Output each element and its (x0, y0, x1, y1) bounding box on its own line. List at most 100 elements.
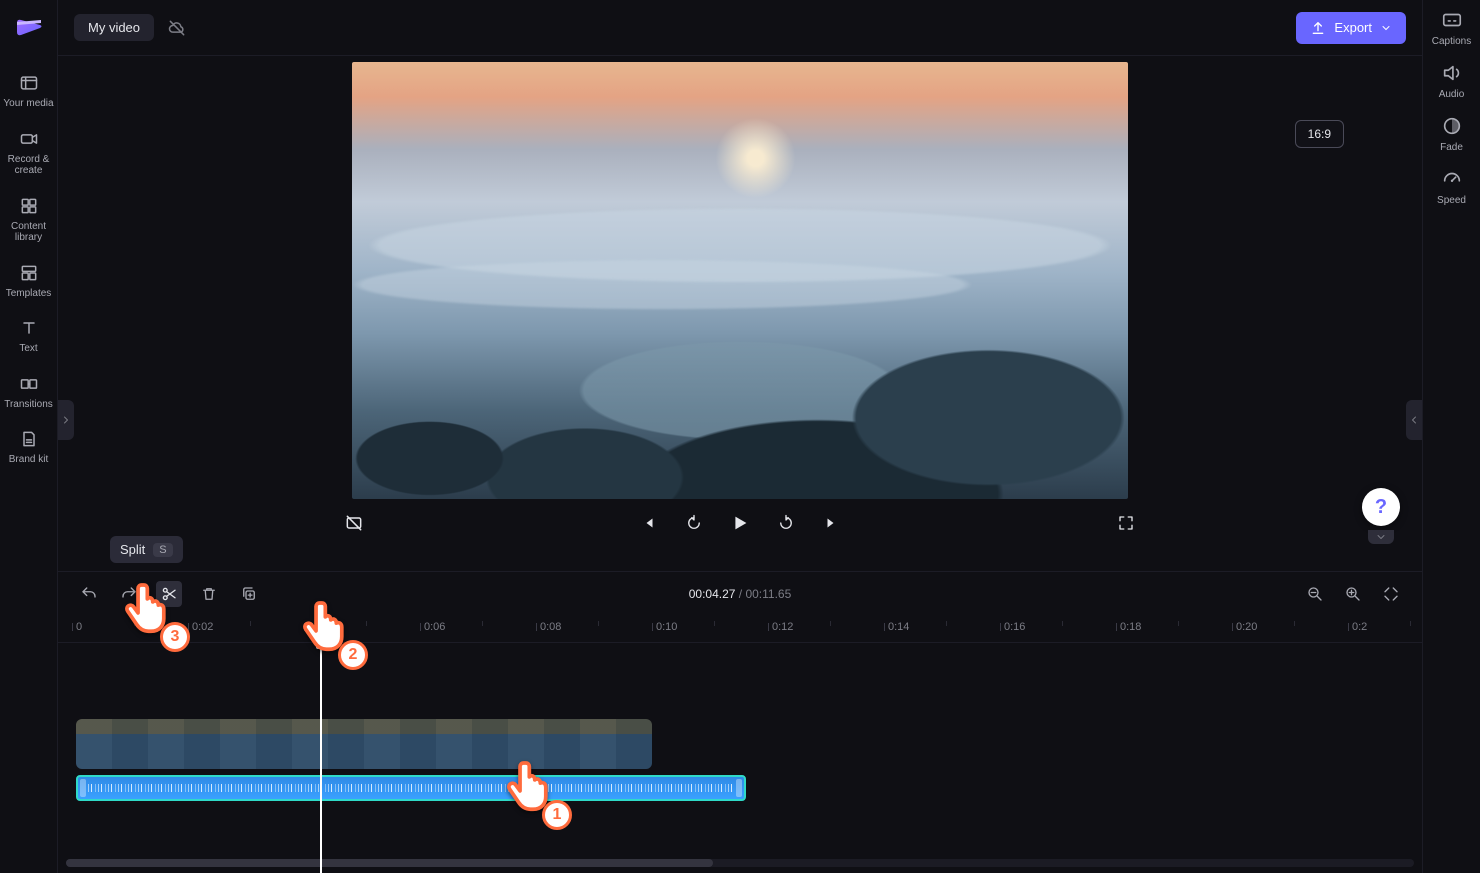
sidebar-item-content-library[interactable]: Content library (2, 193, 56, 246)
undo-button[interactable] (76, 581, 102, 607)
help-icon: ? (1375, 496, 1387, 519)
clipchamp-logo-icon (13, 13, 45, 45)
sidebar-right-expand[interactable] (1406, 400, 1422, 440)
sidebar-item-audio[interactable]: Audio (1425, 61, 1479, 100)
duplicate-icon (240, 585, 258, 603)
ruler-tick: 0:18 (1120, 621, 1141, 633)
help-button[interactable]: ? (1362, 488, 1400, 526)
seek-back-button[interactable] (680, 509, 708, 537)
safe-zone-toggle[interactable] (340, 509, 368, 537)
stage: 16:9 (58, 56, 1422, 873)
cloud-sync-off-icon[interactable] (166, 17, 188, 39)
your-media-icon (18, 72, 40, 94)
sidebar-right: Captions Audio Fade Speed (1422, 0, 1480, 873)
sidebar-label: Speed (1437, 195, 1466, 206)
ruler-tick: 0:06 (424, 621, 445, 633)
sidebar-item-captions[interactable]: Captions (1425, 8, 1479, 47)
sidebar-item-brand-kit[interactable]: Brand kit (2, 426, 56, 468)
help-collapse[interactable] (1368, 530, 1394, 544)
ruler-tick: 0 (76, 621, 82, 633)
zoom-in-icon (1344, 585, 1362, 603)
preview-zone: 16:9 (58, 56, 1422, 571)
sidebar-item-your-media[interactable]: Your media (2, 70, 56, 112)
sidebar-label: Transitions (4, 399, 53, 411)
sidebar-label: Content library (2, 221, 56, 244)
sidebar-item-fade[interactable]: Fade (1425, 114, 1479, 153)
preview-canvas[interactable] (352, 62, 1128, 499)
timeline-ruler[interactable]: 00:020:040:060:080:100:120:140:160:180:2… (58, 615, 1422, 643)
audio-clip[interactable] (76, 775, 746, 801)
sidebar-label: Fade (1440, 142, 1463, 153)
text-icon (18, 317, 40, 339)
brand-kit-icon (18, 428, 40, 450)
ruler-tick: 0:04 (308, 621, 329, 633)
redo-icon (120, 585, 138, 603)
record-create-icon (18, 128, 40, 150)
seek-back-icon (685, 514, 703, 532)
seek-forward-button[interactable] (772, 509, 800, 537)
timeline-toolbar: Split S 00:04.27 / 00:11.65 (58, 571, 1422, 615)
duplicate-button[interactable] (236, 581, 262, 607)
chevron-right-icon (60, 414, 72, 426)
sidebar-item-record-create[interactable]: Record & create (2, 126, 56, 179)
fullscreen-icon (1117, 514, 1135, 532)
audio-clip-handle-left[interactable] (80, 779, 86, 797)
sidebar-label: Brand kit (9, 454, 48, 466)
clipchamp-logo (8, 8, 50, 50)
sidebar-item-transitions[interactable]: Transitions (2, 371, 56, 413)
sidebar-left-expand[interactable] (58, 400, 74, 440)
export-button[interactable]: Export (1296, 12, 1406, 44)
undo-icon (80, 585, 98, 603)
chevron-down-icon (1380, 22, 1392, 34)
video-clip-thumbnails (76, 719, 652, 769)
zoom-out-icon (1306, 585, 1324, 603)
play-button[interactable] (726, 509, 754, 537)
trash-icon (200, 585, 218, 603)
timeline[interactable]: 00:020:040:060:080:100:120:140:160:180:2… (58, 615, 1422, 873)
ruler-tick: 0:10 (656, 621, 677, 633)
delete-button[interactable] (196, 581, 222, 607)
chevron-down-icon (1375, 531, 1387, 543)
total-time: 00:11.65 (745, 587, 791, 601)
timeline-scrollbar[interactable] (66, 859, 1414, 867)
ruler-tick: 0:08 (540, 621, 561, 633)
skip-start-button[interactable] (634, 509, 662, 537)
sidebar-item-templates[interactable]: Templates (2, 260, 56, 302)
ruler-tick: 0:2 (1352, 621, 1367, 633)
split-scissors-icon (160, 585, 178, 603)
skip-end-button[interactable] (818, 509, 846, 537)
ruler-tick: 0:16 (1004, 621, 1025, 633)
templates-icon (18, 262, 40, 284)
fade-icon (1440, 114, 1464, 138)
skip-start-icon (639, 514, 657, 532)
sidebar-item-speed[interactable]: Speed (1425, 167, 1479, 206)
transitions-icon (18, 373, 40, 395)
zoom-out-button[interactable] (1302, 581, 1328, 607)
fullscreen-button[interactable] (1112, 509, 1140, 537)
split-button[interactable] (156, 581, 182, 607)
playback-bar (58, 499, 1422, 547)
playhead[interactable] (320, 643, 322, 873)
audio-clip-handle-right[interactable] (736, 779, 742, 797)
sidebar-item-text[interactable]: Text (2, 315, 56, 357)
redo-button[interactable] (116, 581, 142, 607)
sidebar-label: Captions (1432, 36, 1471, 47)
upload-icon (1310, 20, 1326, 36)
timeline-timestamp: 00:04.27 / 00:11.65 (689, 587, 792, 601)
seek-forward-icon (777, 514, 795, 532)
zoom-in-button[interactable] (1340, 581, 1366, 607)
aspect-ratio-selector[interactable]: 16:9 (1295, 120, 1344, 148)
project-title-input[interactable]: My video (74, 14, 154, 41)
sidebar-left: Your media Record & create Content libra… (0, 0, 58, 873)
audio-icon (1440, 61, 1464, 85)
zoom-fit-button[interactable] (1378, 581, 1404, 607)
captions-icon (1440, 8, 1464, 32)
content-library-icon (18, 195, 40, 217)
current-time: 00:04.27 (689, 587, 736, 601)
ruler-tick: 0:02 (192, 621, 213, 633)
sidebar-label: Record & create (2, 154, 56, 177)
timeline-scrollbar-thumb[interactable] (66, 859, 713, 867)
video-clip[interactable] (76, 719, 652, 769)
sidebar-label: Your media (3, 98, 53, 110)
preview-frame-image (352, 62, 1128, 499)
